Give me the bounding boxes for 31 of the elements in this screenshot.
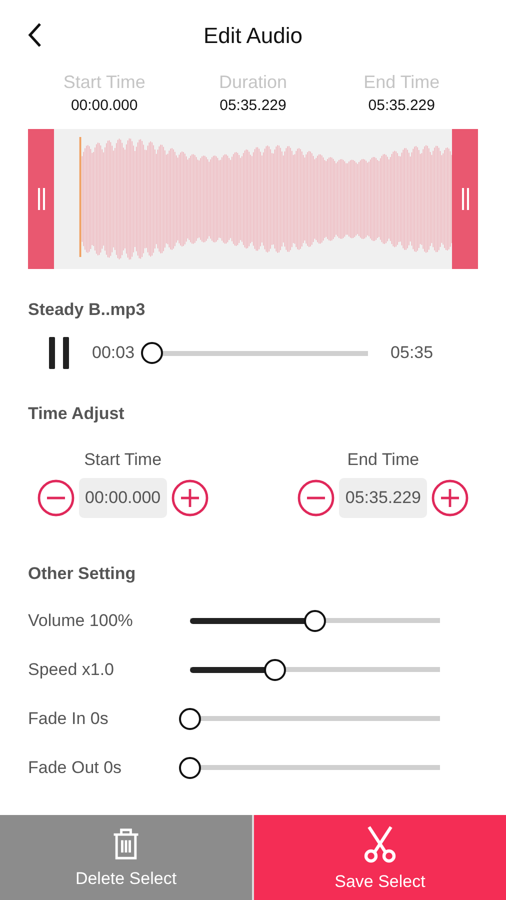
- field-label: End Time: [347, 450, 420, 470]
- time-label: Duration: [218, 72, 287, 93]
- setting-label: Fade In 0s: [28, 708, 110, 728]
- save-button[interactable]: Save Select: [254, 815, 506, 900]
- screen-title: Edit Audio: [203, 23, 303, 49]
- file-name: Steady B..mp3: [28, 300, 146, 320]
- elapsed-time: 00:03: [92, 343, 135, 363]
- total-time: 05:35: [390, 343, 434, 363]
- section-title: Time Adjust: [28, 404, 126, 424]
- time-value: 05:35.229: [368, 97, 435, 114]
- setting-label: Volume 100%: [28, 610, 134, 630]
- pause-icon[interactable]: [48, 336, 72, 370]
- time-field[interactable]: 00:00.000: [79, 478, 167, 518]
- time-label: End Time: [364, 72, 440, 93]
- trim-handle[interactable]: [452, 129, 478, 269]
- field-label: Start Time: [84, 450, 162, 470]
- minus-icon[interactable]: [37, 479, 75, 517]
- setting-label: Speed x1.0: [28, 660, 116, 680]
- trim-handle[interactable]: [28, 129, 54, 269]
- time-label: Start Time: [63, 72, 146, 93]
- plus-icon[interactable]: [431, 479, 469, 517]
- scissors-icon: [362, 824, 398, 864]
- section-title: Other Setting: [28, 564, 137, 584]
- minus-icon[interactable]: [297, 479, 336, 517]
- time-field[interactable]: 05:35.229: [339, 478, 427, 518]
- plus-icon[interactable]: [170, 479, 209, 517]
- delete-button[interactable]: Delete Select: [0, 815, 252, 900]
- time-value: 00:00.000: [70, 97, 138, 114]
- back-icon[interactable]: [27, 22, 43, 48]
- setting-label: Fade Out 0s: [28, 758, 123, 778]
- time-value: 05:35.229: [220, 97, 286, 114]
